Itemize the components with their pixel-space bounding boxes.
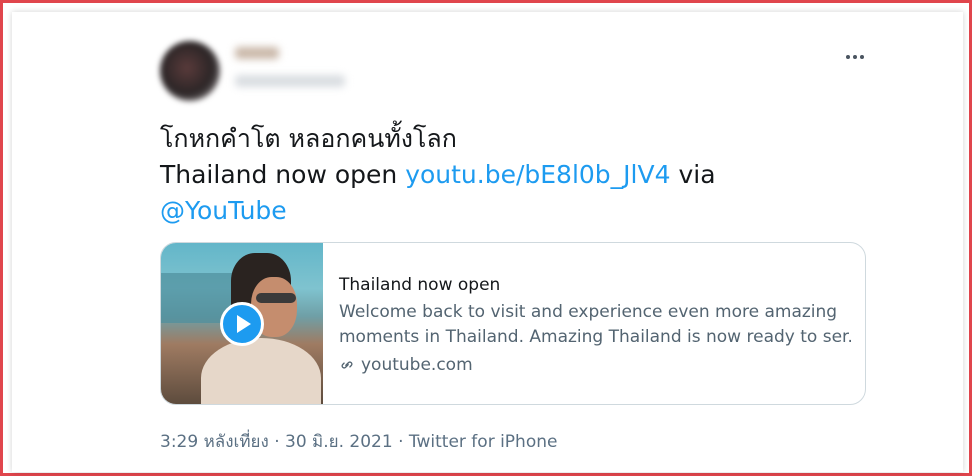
- tweet-date[interactable]: 30 มิ.ย. 2021: [285, 432, 393, 452]
- avatar[interactable]: [160, 41, 220, 101]
- tweet-text-via: via: [670, 160, 716, 189]
- screenshot-frame: โกหกคำโต หลอกคนทั้งโลก Thailand now open…: [0, 0, 972, 476]
- tweet-meta: 3:29 หลังเที่ยง · 30 มิ.ย. 2021 · Twitte…: [160, 428, 557, 455]
- tweet-text-line2: Thailand now open youtu.be/bE8l0b_JlV4 v…: [160, 157, 860, 193]
- meta-separator-2: ·: [392, 432, 409, 452]
- mention-link[interactable]: @YouTube: [160, 196, 287, 225]
- tweet-text-line1: โกหกคำโต หลอกคนทั้งโลก: [160, 124, 457, 153]
- tweet-link[interactable]: youtu.be/bE8l0b_JlV4: [405, 160, 670, 189]
- card-description-line2: moments in Thailand. Amazing Thailand is…: [339, 327, 851, 347]
- card-description-line1: Welcome back to visit and experience eve…: [339, 302, 838, 322]
- tweet-text: โกหกคำโต หลอกคนทั้งโลก Thailand now open…: [160, 121, 860, 229]
- username-blurred[interactable]: [235, 75, 345, 87]
- card-domain: youtube.com: [339, 354, 851, 376]
- link-preview-card[interactable]: Thailand now open Welcome back to visit …: [160, 242, 866, 405]
- tweet-text-prefix: Thailand now open: [160, 160, 406, 189]
- card-title: Thailand now open: [339, 275, 501, 295]
- display-name-blurred[interactable]: [235, 47, 279, 59]
- card-domain-text: youtube.com: [361, 355, 473, 375]
- link-icon: [341, 361, 353, 369]
- play-icon[interactable]: [220, 302, 264, 346]
- tweet-text-line3: @YouTube: [160, 193, 860, 229]
- tweet-time[interactable]: 3:29 หลังเที่ยง: [160, 432, 269, 452]
- meta-separator-1: ·: [268, 432, 286, 452]
- card-body: Thailand now open Welcome back to visit …: [339, 273, 851, 376]
- tweet-source[interactable]: Twitter for iPhone: [409, 432, 558, 452]
- video-thumbnail[interactable]: [161, 243, 323, 404]
- more-horizontal-icon[interactable]: [843, 47, 867, 67]
- card-description: Welcome back to visit and experience eve…: [339, 300, 851, 350]
